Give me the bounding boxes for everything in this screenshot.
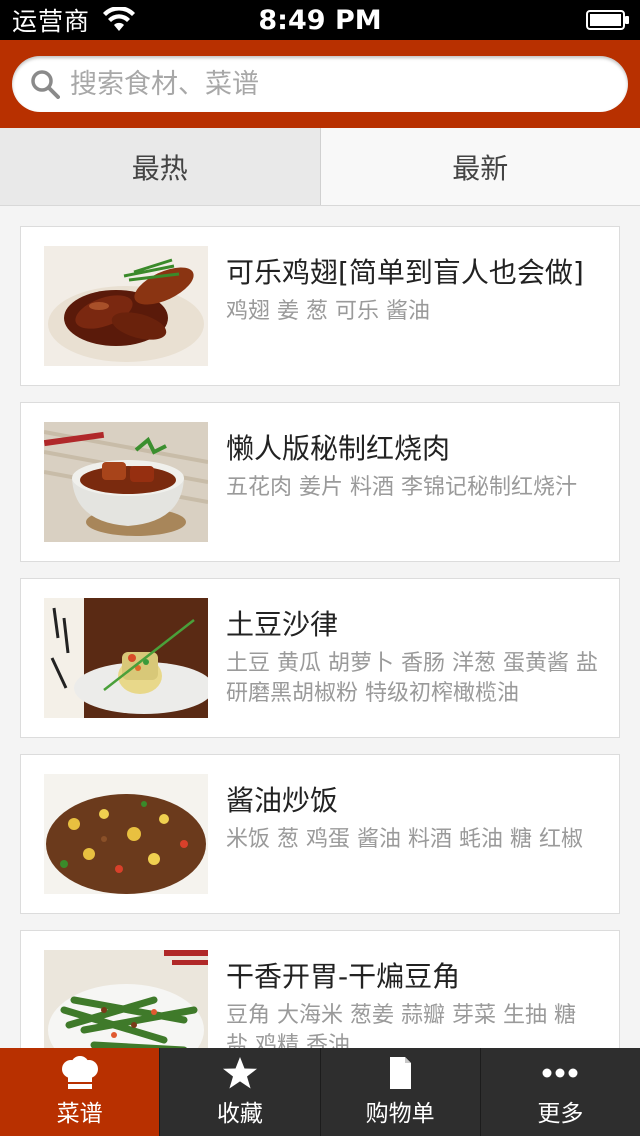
recipe-ingredients: 米饭 葱 鸡蛋 酱油 料酒 蚝油 糖 红椒	[226, 827, 583, 852]
sort-tabs: 最热 最新	[0, 128, 640, 206]
star-icon	[222, 1057, 257, 1089]
clock: 8:49 PM	[258, 4, 382, 36]
app-screen: 运营商 8:49 PM 最热 最新	[0, 0, 640, 1136]
tab-more[interactable]: 更多	[479, 1048, 640, 1136]
recipe-card-text: 可乐鸡翅[简单到盲人也会做] 鸡翅 姜 葱 可乐 酱油	[226, 246, 599, 366]
tab-hottest[interactable]: 最热	[0, 128, 321, 205]
recipe-card-text: 土豆沙律 土豆 黄瓜 胡萝卜 香肠 洋葱 蛋黄酱 盐 研磨黑胡椒粉 特级初榨橄榄…	[226, 598, 599, 718]
recipe-ingredients: 五花肉 姜片 料酒 李锦记秘制红烧汁	[226, 475, 577, 500]
recipe-card[interactable]: 懒人版秘制红烧肉 五花肉 姜片 料酒 李锦记秘制红烧汁	[20, 402, 620, 562]
recipe-thumbnail	[44, 246, 208, 366]
recipe-ingredients: 土豆 黄瓜 胡萝卜 香肠 洋葱 蛋黄酱 盐 研磨黑胡椒粉 特级初榨橄榄油	[226, 651, 598, 706]
tab-more-label: 更多	[537, 1101, 584, 1127]
recipe-title: 土豆沙律	[226, 608, 339, 641]
tab-shopping-list[interactable]: 购物单	[319, 1048, 480, 1136]
recipe-thumbnail	[44, 774, 208, 894]
chef-hat-icon	[61, 1056, 98, 1089]
battery-icon	[586, 10, 629, 30]
recipe-thumbnail	[44, 422, 208, 542]
tab-shopping-list-label: 购物单	[365, 1101, 435, 1127]
more-dots-icon	[542, 1068, 578, 1078]
recipe-card[interactable]: 干香开胃-干煸豆角 豆角 大海米 葱姜 蒜瓣 芽菜 生抽 糖 盐 鸡精 香油	[20, 930, 620, 1048]
recipe-thumbnail	[44, 950, 208, 1048]
recipe-title: 可乐鸡翅[简单到盲人也会做]	[226, 256, 584, 289]
recipe-card-text: 酱油炒饭 米饭 葱 鸡蛋 酱油 料酒 蚝油 糖 红椒	[226, 774, 599, 894]
search-header	[0, 40, 640, 128]
tab-hottest-label: 最热	[131, 151, 188, 185]
tab-recipes-label: 菜谱	[56, 1101, 103, 1127]
recipe-ingredients: 豆角 大海米 葱姜 蒜瓣 芽菜 生抽 糖 盐 鸡精 香油	[226, 1003, 576, 1048]
wifi-icon	[103, 7, 136, 31]
recipe-ingredients: 鸡翅 姜 葱 可乐 酱油	[226, 299, 430, 324]
recipe-thumbnail	[44, 598, 208, 718]
tab-recipes[interactable]: 菜谱	[0, 1048, 160, 1136]
tab-favorites-label: 收藏	[216, 1101, 263, 1127]
recipe-card[interactable]: 土豆沙律 土豆 黄瓜 胡萝卜 香肠 洋葱 蛋黄酱 盐 研磨黑胡椒粉 特级初榨橄榄…	[20, 578, 620, 738]
document-icon	[390, 1057, 412, 1089]
tab-newest[interactable]: 最新	[320, 128, 640, 205]
recipe-title: 懒人版秘制红烧肉	[226, 432, 451, 465]
recipe-title: 干香开胃-干煸豆角	[226, 960, 461, 993]
recipe-card[interactable]: 可乐鸡翅[简单到盲人也会做] 鸡翅 姜 葱 可乐 酱油	[20, 226, 620, 386]
recipe-title: 酱油炒饭	[226, 784, 339, 817]
status-bar: 运营商 8:49 PM	[0, 0, 640, 40]
search-icon	[31, 70, 60, 99]
search-input[interactable]	[70, 68, 590, 100]
search-box[interactable]	[12, 56, 628, 112]
tab-favorites[interactable]: 收藏	[159, 1048, 319, 1136]
recipe-list[interactable]: 可乐鸡翅[简单到盲人也会做] 鸡翅 姜 葱 可乐 酱油 懒人版秘制红烧肉 五花肉…	[0, 206, 640, 1048]
tab-newest-label: 最新	[452, 151, 509, 185]
bottom-tab-bar: 菜谱 收藏 购物单 更多	[0, 1048, 640, 1136]
recipe-card-text: 干香开胃-干煸豆角 豆角 大海米 葱姜 蒜瓣 芽菜 生抽 糖 盐 鸡精 香油	[226, 950, 599, 1048]
recipe-card-text: 懒人版秘制红烧肉 五花肉 姜片 料酒 李锦记秘制红烧汁	[226, 422, 599, 542]
recipe-card[interactable]: 酱油炒饭 米饭 葱 鸡蛋 酱油 料酒 蚝油 糖 红椒	[20, 754, 620, 914]
carrier-label: 运营商	[12, 7, 91, 36]
